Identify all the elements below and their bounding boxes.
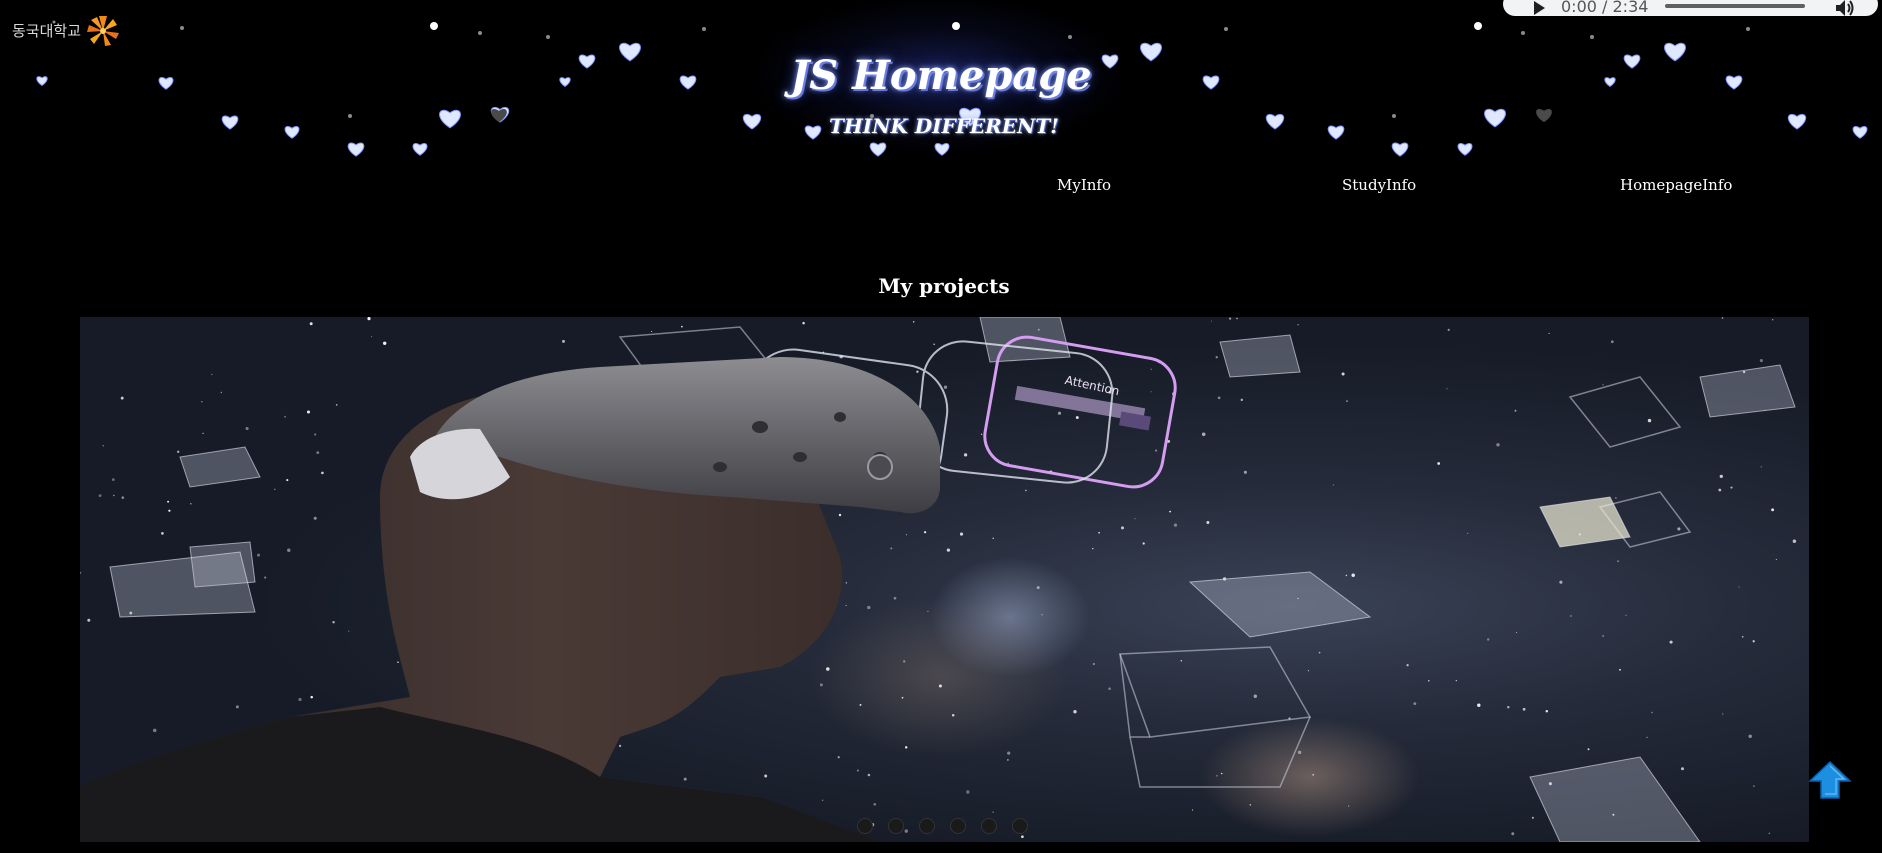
star-icon xyxy=(478,31,482,35)
star-icon xyxy=(702,27,706,31)
site-slogan: THINK DIFFERENT! xyxy=(829,114,1059,138)
main-nav: MyInfo StudyInfo HomepageInfo xyxy=(0,176,1882,200)
slider-dot[interactable] xyxy=(1012,818,1028,834)
audio-time: 0:00 / 2:34 xyxy=(1561,0,1649,16)
heart-icon xyxy=(347,142,365,157)
star-icon xyxy=(1474,22,1482,30)
star-icon xyxy=(1224,27,1228,31)
star-icon xyxy=(546,35,550,39)
heart-icon xyxy=(934,143,950,156)
nav-link-homepageinfo[interactable]: HomepageInfo xyxy=(1620,176,1732,194)
audio-player[interactable]: 0:00 / 2:34 xyxy=(1503,0,1878,16)
heart-icon xyxy=(1457,143,1473,156)
star-icon xyxy=(180,26,184,30)
heart-icon xyxy=(869,142,887,157)
play-icon[interactable] xyxy=(1531,0,1547,16)
slider-dot[interactable] xyxy=(981,818,997,834)
slider-dots xyxy=(857,818,1028,834)
star-icon xyxy=(1746,27,1750,31)
nav-link-studyinfo[interactable]: StudyInfo xyxy=(1342,176,1416,194)
slider-dot[interactable] xyxy=(919,818,935,834)
audio-progress-bar[interactable] xyxy=(1665,4,1805,8)
star-icon xyxy=(1068,35,1072,39)
heart-icon xyxy=(412,143,428,156)
volume-icon[interactable] xyxy=(1835,0,1855,17)
star-icon xyxy=(952,22,960,30)
star-icon xyxy=(1590,35,1594,39)
site-title: JS Homepage xyxy=(790,52,1092,99)
header: 동국대학교 JS Homepage THINK DIFFERENT! 0:00 … xyxy=(0,0,1882,170)
university-logo[interactable]: 동국대학교 xyxy=(12,12,123,48)
slider-dot[interactable] xyxy=(857,818,873,834)
dongguk-emblem-icon xyxy=(87,16,120,46)
nav-link-myinfo[interactable]: MyInfo xyxy=(1057,176,1111,194)
project-slide-image: Attention xyxy=(80,317,1797,842)
projects-heading: My projects xyxy=(878,274,1010,298)
project-slider[interactable]: Attention xyxy=(80,317,1809,842)
slider-dot[interactable] xyxy=(888,818,904,834)
star-icon xyxy=(430,22,438,30)
heart-icon xyxy=(1391,142,1409,157)
slider-dot[interactable] xyxy=(950,818,966,834)
arrow-up-icon[interactable] xyxy=(1809,761,1851,799)
university-name: 동국대학교 xyxy=(12,21,82,40)
star-icon xyxy=(1521,31,1525,35)
